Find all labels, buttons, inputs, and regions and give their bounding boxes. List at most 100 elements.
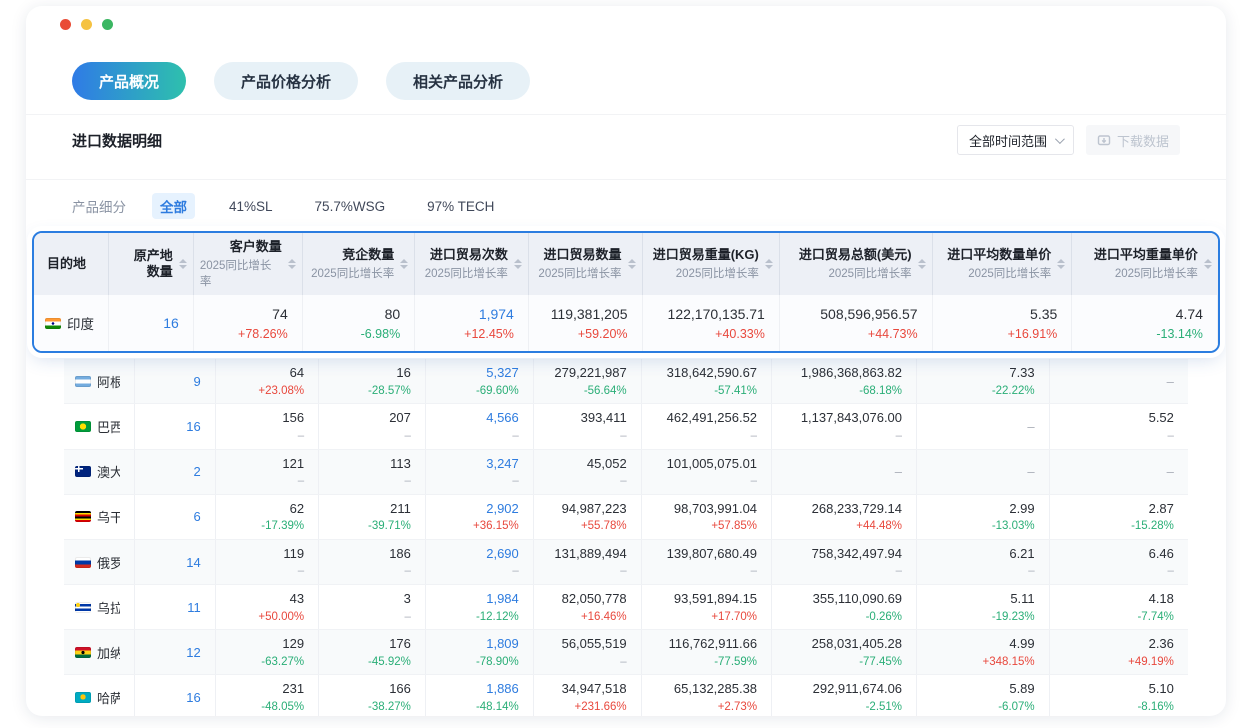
- origin-count-cell[interactable]: 14: [135, 540, 216, 584]
- column-title: 进口贸易数量: [544, 247, 622, 263]
- sort-down-caret-icon: [400, 265, 408, 269]
- cell-value: 65,132,285.38: [674, 679, 757, 699]
- cell-value: 2.99: [1009, 499, 1034, 519]
- column-title: 客户数量: [230, 239, 282, 255]
- growth-value: –: [404, 428, 410, 445]
- growth-value: +44.73%: [868, 325, 918, 343]
- data-cell: 65,132,285.38+2.73%: [642, 675, 772, 716]
- data-cell: 4.74-13.14%: [1072, 295, 1218, 351]
- growth-value: –: [404, 473, 410, 490]
- cell-value: 45,052: [587, 454, 627, 474]
- data-cell[interactable]: 1,886-48.14%: [426, 675, 534, 716]
- destination-cell: 加纳: [64, 630, 135, 674]
- sort-icon[interactable]: [765, 259, 773, 269]
- origin-count-cell[interactable]: 11: [135, 585, 216, 629]
- origin-count-cell[interactable]: 16: [109, 295, 194, 351]
- growth-value: +57.85%: [711, 518, 757, 535]
- data-cell: 176-45.92%: [319, 630, 426, 674]
- column-subtitle: 2025同比增长率: [311, 265, 394, 281]
- sort-icon[interactable]: [288, 259, 296, 269]
- sort-icon[interactable]: [514, 259, 522, 269]
- data-cell: 279,221,987-56.64%: [534, 359, 642, 403]
- filter-option-2[interactable]: 41%SL: [221, 196, 281, 217]
- column-header-6[interactable]: 进口贸易数量2025同比增长率: [529, 233, 643, 295]
- filter-option-1[interactable]: 全部: [152, 193, 195, 219]
- data-cell: 74+78.26%: [194, 295, 303, 351]
- column-header-8[interactable]: 进口贸易总额(美元)2025同比增长率: [780, 233, 933, 295]
- time-range-select[interactable]: 全部时间范围: [957, 125, 1074, 155]
- sort-icon[interactable]: [918, 259, 926, 269]
- growth-value: +55.78%: [581, 518, 627, 535]
- column-header-4[interactable]: 竞企数量2025同比增长率: [303, 233, 415, 295]
- column-header-7[interactable]: 进口贸易重量(KG)2025同比增长率: [643, 233, 780, 295]
- origin-count-cell[interactable]: 9: [135, 359, 216, 403]
- destination-cell: 阿根廷: [64, 359, 135, 403]
- sort-down-caret-icon: [288, 265, 296, 269]
- cell-value: 1,984: [486, 589, 519, 609]
- origin-count-cell[interactable]: 6: [135, 495, 216, 539]
- cell-value: 5.11: [1010, 589, 1034, 609]
- country-name: 阿根廷: [97, 372, 120, 391]
- sort-icon[interactable]: [1057, 259, 1065, 269]
- minimize-window-button[interactable]: [81, 19, 92, 30]
- tab-3[interactable]: 相关产品分析: [386, 62, 530, 100]
- growth-value: -48.14%: [476, 699, 519, 716]
- column-header-10[interactable]: 进口平均重量单价2025同比增长率: [1072, 233, 1218, 295]
- cell-value: 318,642,590.67: [667, 363, 757, 383]
- cell-value: –: [1167, 462, 1174, 482]
- data-cell[interactable]: 3,247–: [426, 450, 534, 494]
- column-header-9[interactable]: 进口平均数量单价2025同比增长率: [933, 233, 1073, 295]
- cell-value: 101,005,075.01: [667, 454, 757, 474]
- origin-count-cell[interactable]: 16: [135, 404, 216, 448]
- sort-icon[interactable]: [1204, 259, 1212, 269]
- growth-value: –: [404, 563, 410, 580]
- cell-value: 5.35: [1030, 304, 1057, 325]
- growth-value: +348.15%: [983, 654, 1035, 671]
- column-header-2[interactable]: 原产地数量: [109, 233, 194, 295]
- flag-uruguay-icon: [75, 602, 91, 613]
- origin-count-cell[interactable]: 12: [135, 630, 216, 674]
- data-cell[interactable]: 1,809-78.90%: [426, 630, 534, 674]
- flag-brazil-icon: [75, 421, 91, 432]
- data-cell[interactable]: 4,566–: [426, 404, 534, 448]
- sort-icon[interactable]: [179, 259, 187, 269]
- sort-up-caret-icon: [514, 259, 522, 263]
- growth-value: -77.59%: [714, 654, 757, 671]
- data-cell[interactable]: 5,327-69.60%: [426, 359, 534, 403]
- country-name: 俄罗斯: [97, 553, 120, 572]
- column-header-5[interactable]: 进口贸易次数2025同比增长率: [415, 233, 529, 295]
- origin-count-cell[interactable]: 2: [135, 450, 216, 494]
- table-row: 俄罗斯14119–186–2,690–131,889,494–139,807,6…: [64, 540, 1188, 585]
- cell-value: 4.18: [1149, 589, 1174, 609]
- data-cell: 56,055,519–: [534, 630, 642, 674]
- origin-count-cell[interactable]: 16: [135, 675, 216, 716]
- sort-icon[interactable]: [628, 259, 636, 269]
- column-header-3[interactable]: 客户数量2025同比增长率: [194, 233, 303, 295]
- data-cell: –: [1050, 359, 1188, 403]
- data-cell: 64+23.08%: [216, 359, 319, 403]
- data-cell[interactable]: 1,974+12.45%: [415, 295, 529, 351]
- cell-value: 258,031,405.28: [812, 634, 902, 654]
- data-cell: 93,591,894.15+17.70%: [642, 585, 772, 629]
- cell-value: 3: [404, 589, 411, 609]
- sort-icon[interactable]: [400, 259, 408, 269]
- column-header-1: 目的地: [34, 233, 109, 295]
- cell-value: 166: [389, 679, 411, 699]
- data-cell[interactable]: 2,902+36.15%: [426, 495, 534, 539]
- filter-option-4[interactable]: 97% TECH: [419, 196, 502, 217]
- maximize-window-button[interactable]: [102, 19, 113, 30]
- filter-option-3[interactable]: 75.7%WSG: [307, 196, 394, 217]
- table-row: 哈萨克斯坦16231-48.05%166-38.27%1,886-48.14%3…: [64, 675, 1188, 716]
- tab-1[interactable]: 产品概况: [72, 62, 186, 100]
- close-window-button[interactable]: [60, 19, 71, 30]
- tab-2[interactable]: 产品价格分析: [214, 62, 358, 100]
- country-name: 印度: [67, 313, 94, 333]
- growth-value: -8.16%: [1137, 699, 1173, 716]
- growth-value: -77.45%: [859, 654, 902, 671]
- data-cell: 5.35+16.91%: [933, 295, 1073, 351]
- column-title: 进口平均重量单价: [1094, 247, 1198, 263]
- cell-value: 16: [396, 363, 410, 383]
- data-cell[interactable]: 2,690–: [426, 540, 534, 584]
- data-cell[interactable]: 1,984-12.12%: [426, 585, 534, 629]
- download-data-button[interactable]: 下载数据: [1086, 125, 1180, 155]
